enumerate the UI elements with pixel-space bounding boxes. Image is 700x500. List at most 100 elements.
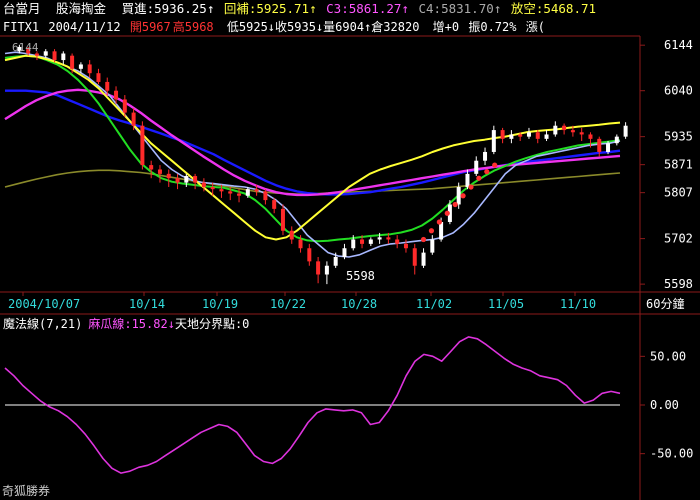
period-label[interactable]: 60分鐘 [646,296,684,311]
candle-body [228,191,233,194]
date-axis: 2004/10/07 10/14 10/19 10/22 10/28 11/02 11/05… [8,292,596,311]
candle-body [219,189,224,192]
candle-body [105,81,110,91]
candle-body [421,252,426,266]
candle-body [606,143,611,152]
candle-body [430,239,435,253]
candle-body [210,186,215,190]
candle-body [368,239,373,244]
indicator-name: 魔法線(7,21) [3,317,83,331]
date-tick-label: 10/28 [341,297,377,311]
candle-body [535,132,540,139]
signal-dot [444,210,450,216]
signal-dot [476,175,482,181]
candle-body [280,208,285,231]
ma-line-blue [5,89,621,196]
date-tick-label: 10/19 [202,297,238,311]
signal-dot [468,184,474,190]
candle-body [166,173,171,179]
price-tick-label: 6040 [664,84,693,98]
indicator-value: 麻瓜線:15.82 [88,317,168,331]
ma-line-magenta [4,88,621,197]
price-chart[interactable]: 6144 6040 5935 5871 5807 5702 5598 2004/10/07 1… [0,0,700,500]
indicator-header: 魔法線(7,21) 麻瓜線:15.82↓天地分界點:0 [3,316,249,332]
candle-body [456,186,461,205]
candle-body [483,151,488,161]
candle-body [289,230,294,240]
signal-dot [492,162,498,168]
candle-body [87,64,92,74]
candle-body [254,189,259,192]
candle-body [149,165,154,170]
candle-body [403,243,408,249]
ma-line-yellow [4,54,621,241]
candle-body [131,112,136,126]
candle-body [342,248,347,257]
candle-body [43,51,48,56]
price-grid [0,35,700,500]
candle-body [52,51,57,61]
date-tick-label: 11/05 [488,297,524,311]
date-tick-label: 10/14 [129,297,165,311]
candle-body [324,265,329,275]
candle-body [509,134,514,139]
candle-body [474,160,479,174]
candle-body [491,130,496,152]
candle-body [263,191,268,201]
candle-body [140,125,145,166]
candle-body [500,130,505,139]
candle-body [78,64,83,69]
moving-average-lines [4,51,621,258]
date-tick-label: 2004/10/07 [8,297,80,311]
date-tick-label: 10/22 [270,297,306,311]
top-annotation: 6144 [12,41,39,54]
signal-dot [420,236,427,243]
candle-body [157,169,162,174]
candle-body [518,134,523,137]
candle-body [614,136,619,144]
candle-body [245,189,250,196]
candle-body [122,99,127,113]
candle-body [298,239,303,249]
candle-body [237,193,242,196]
indicator-axis: 50.00 0.00 -50.00 [640,349,693,461]
price-tick-label: 5598 [664,277,693,291]
ma-line-white [4,51,621,258]
price-tick-label: 5935 [664,130,693,144]
candle-body [439,221,444,240]
signal-dot [436,219,442,225]
candle-body [465,173,470,187]
indicator-tick-label: -50.00 [650,447,693,461]
candle-body [412,248,417,266]
ma-line-green [4,54,621,243]
boundary-label: 天地分界點:0 [174,317,250,331]
signal-dot [460,193,466,199]
indicator-arrow: ↓ [167,317,175,331]
date-tick-label: 11/10 [560,297,596,311]
candle-body [351,239,356,249]
candle-body [597,138,602,152]
signal-dot [428,228,435,234]
date-tick-label: 11/02 [416,297,452,311]
candle-body [579,132,584,135]
candle-body [360,239,365,244]
candle-body [184,176,189,183]
candle-body [562,125,567,131]
candle-body [193,176,198,183]
candle-body [201,182,206,187]
candle-body [96,73,101,82]
candle-body [333,256,338,266]
candle-body [175,178,180,183]
candle-body [544,134,549,139]
candle-body [386,237,391,240]
price-tick-label: 5702 [664,232,693,246]
price-tick-label: 5807 [664,186,693,200]
footer-brand: 奇狐勝券 [2,484,51,498]
candle-body [377,237,382,240]
candle-body [272,200,277,209]
candle-body [316,261,321,275]
price-tick-label: 6144 [664,38,693,52]
candle-body [570,130,575,133]
ma-line-olive [4,169,621,195]
candle-body [553,125,558,135]
